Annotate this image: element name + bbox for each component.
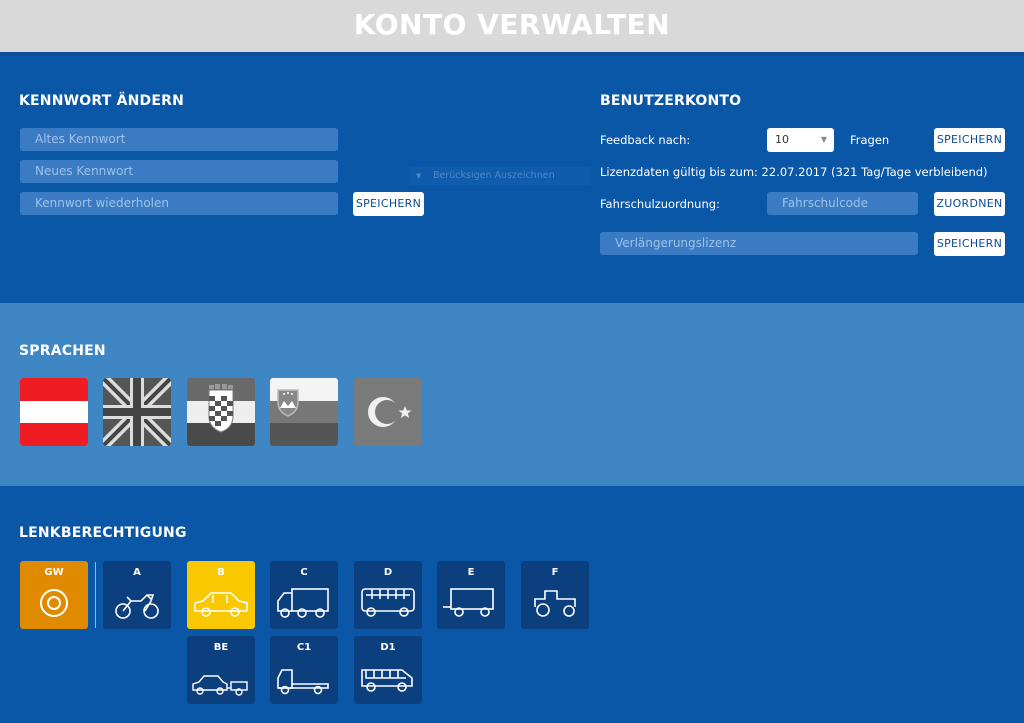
license-code: A bbox=[133, 567, 141, 578]
license-code: D bbox=[383, 567, 393, 578]
bus-icon bbox=[361, 588, 415, 617]
license-b[interactable]: B bbox=[187, 561, 255, 629]
license-validity-text: Lizenzdaten gültig bis zum: 22.07.2017 (… bbox=[600, 165, 988, 179]
license-code: E bbox=[467, 567, 475, 578]
page-header: KONTO VERWALTEN bbox=[0, 0, 1024, 52]
feedback-save-button[interactable]: SPEICHERN bbox=[934, 128, 1005, 152]
license-code: F bbox=[551, 567, 559, 578]
trailer-icon bbox=[443, 588, 494, 617]
license-be[interactable]: BE bbox=[187, 636, 255, 704]
license-gw[interactable]: GW bbox=[20, 561, 88, 629]
password-heading: KENNWORT ÄNDERN bbox=[19, 93, 184, 109]
license-code: GW bbox=[44, 567, 64, 578]
languages-heading: SPRACHEN bbox=[19, 343, 106, 359]
chevron-down-icon: ▼ bbox=[820, 135, 827, 144]
license-code: C1 bbox=[296, 642, 312, 653]
licenses-heading: LENKBERECHTIGUNG bbox=[19, 525, 187, 541]
ghost-dropdown[interactable]: ▼ Berücksigen Auszeichnen bbox=[409, 167, 591, 185]
extension-save-button[interactable]: SPEICHERN bbox=[934, 232, 1005, 256]
feedback-suffix: Fragen bbox=[850, 133, 890, 147]
small-truck-icon bbox=[277, 669, 329, 695]
page-title: KONTO VERWALTEN bbox=[353, 8, 671, 41]
car-trailer-icon bbox=[192, 675, 248, 696]
license-code: B bbox=[217, 567, 225, 578]
account-heading: BENUTZERKONTO bbox=[600, 93, 742, 109]
turkey-flag-icon[interactable] bbox=[354, 378, 422, 446]
license-d[interactable]: D bbox=[354, 561, 422, 629]
minibus-icon bbox=[361, 669, 413, 692]
austria-flag-icon[interactable] bbox=[20, 378, 88, 446]
new-password-input[interactable] bbox=[20, 160, 338, 183]
license-e[interactable]: E bbox=[437, 561, 505, 629]
repeat-password-input[interactable] bbox=[20, 192, 338, 215]
license-code: BE bbox=[213, 642, 229, 653]
password-save-button[interactable]: SPEICHERN bbox=[353, 192, 424, 216]
truck-icon bbox=[277, 588, 329, 618]
tractor-icon bbox=[534, 590, 576, 617]
uk-flag-icon[interactable] bbox=[103, 378, 171, 446]
chevron-down-icon: ▼ bbox=[416, 172, 422, 180]
assign-button[interactable]: ZUORDNEN bbox=[934, 192, 1005, 216]
circle-target-icon bbox=[40, 589, 68, 617]
license-code: D1 bbox=[380, 642, 396, 653]
license-code: C bbox=[300, 567, 308, 578]
feedback-label: Feedback nach: bbox=[600, 133, 691, 147]
license-f[interactable]: F bbox=[521, 561, 589, 629]
slovenia-flag-icon[interactable] bbox=[270, 378, 338, 446]
license-d1[interactable]: D1 bbox=[354, 636, 422, 704]
ghost-dropdown-label: Berücksigen Auszeichnen bbox=[433, 170, 555, 181]
license-divider bbox=[95, 562, 96, 628]
license-c1[interactable]: C1 bbox=[270, 636, 338, 704]
school-label: Fahrschulzuordnung: bbox=[600, 197, 720, 211]
license-a[interactable]: A bbox=[103, 561, 171, 629]
feedback-select[interactable]: 10 ▼ bbox=[767, 128, 834, 152]
extension-license-input[interactable] bbox=[600, 232, 918, 255]
croatia-flag-icon[interactable] bbox=[187, 378, 255, 446]
school-code-input[interactable] bbox=[767, 192, 918, 215]
license-c[interactable]: C bbox=[270, 561, 338, 629]
feedback-value: 10 bbox=[775, 133, 789, 146]
motorcycle-icon bbox=[115, 594, 159, 619]
car-icon bbox=[194, 592, 248, 617]
old-password-input[interactable] bbox=[20, 128, 338, 151]
